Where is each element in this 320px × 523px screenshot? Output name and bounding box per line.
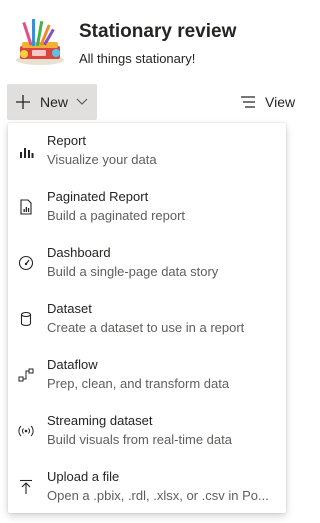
menu-item-description: Open a .pbix, .rdl, .xlsx, or .csv in Po… (47, 488, 269, 503)
upload-icon (20, 479, 32, 494)
menu-item-title: Streaming dataset (47, 413, 153, 428)
workspace-logo (16, 19, 64, 65)
menu-item-title: Dataflow (47, 357, 98, 372)
menu-item-title: Dashboard (47, 245, 111, 260)
menu-item-report[interactable]: Report Visualize your data (8, 123, 286, 179)
gauge-icon (18, 255, 34, 271)
chevron-down-icon (76, 98, 88, 105)
view-button-label: View (265, 94, 296, 110)
menu-item-description: Visualize your data (47, 152, 157, 167)
plus-icon (16, 95, 30, 109)
new-button-label: New (40, 94, 69, 110)
workspace-subtitle: All things stationary! (79, 51, 196, 66)
menu-item-description: Prep, clean, and transform data (47, 376, 230, 391)
view-lines-icon (241, 96, 255, 108)
menu-item-upload-file[interactable]: Upload a file Open a .pbix, .rdl, .xlsx,… (8, 459, 286, 515)
menu-item-streaming-dataset[interactable]: Streaming dataset Build visuals from rea… (8, 403, 286, 459)
workspace-header: Stationary review All things stationary! (0, 0, 304, 84)
new-item-menu: Report Visualize your data Paginated Rep… (8, 123, 286, 513)
menu-item-paginated-report[interactable]: Paginated Report Build a paginated repor… (8, 179, 286, 235)
paginated-report-icon (20, 199, 32, 215)
menu-item-dashboard[interactable]: Dashboard Build a single-page data story (8, 235, 286, 291)
menu-item-title: Upload a file (47, 469, 120, 484)
dataflow-icon (18, 368, 34, 382)
menu-item-dataflow[interactable]: Dataflow Prep, clean, and transform data (8, 347, 286, 403)
new-button[interactable]: New (7, 84, 97, 120)
menu-item-description: Build visuals from real-time data (47, 432, 232, 447)
menu-item-description: Build a single-page data story (47, 264, 219, 279)
database-icon (20, 311, 32, 327)
menu-item-title: Report (47, 133, 87, 148)
menu-item-title: Paginated Report (47, 189, 149, 204)
menu-item-description: Create a dataset to use in a report (47, 320, 245, 335)
workspace-title: Stationary review (79, 21, 237, 42)
bar-chart-icon (20, 148, 34, 158)
broadcast-icon (18, 425, 34, 437)
view-button[interactable]: View (240, 91, 304, 115)
menu-item-description: Build a paginated report (47, 208, 186, 223)
menu-item-title: Dataset (47, 301, 92, 316)
menu-item-dataset[interactable]: Dataset Create a dataset to use in a rep… (8, 291, 286, 347)
